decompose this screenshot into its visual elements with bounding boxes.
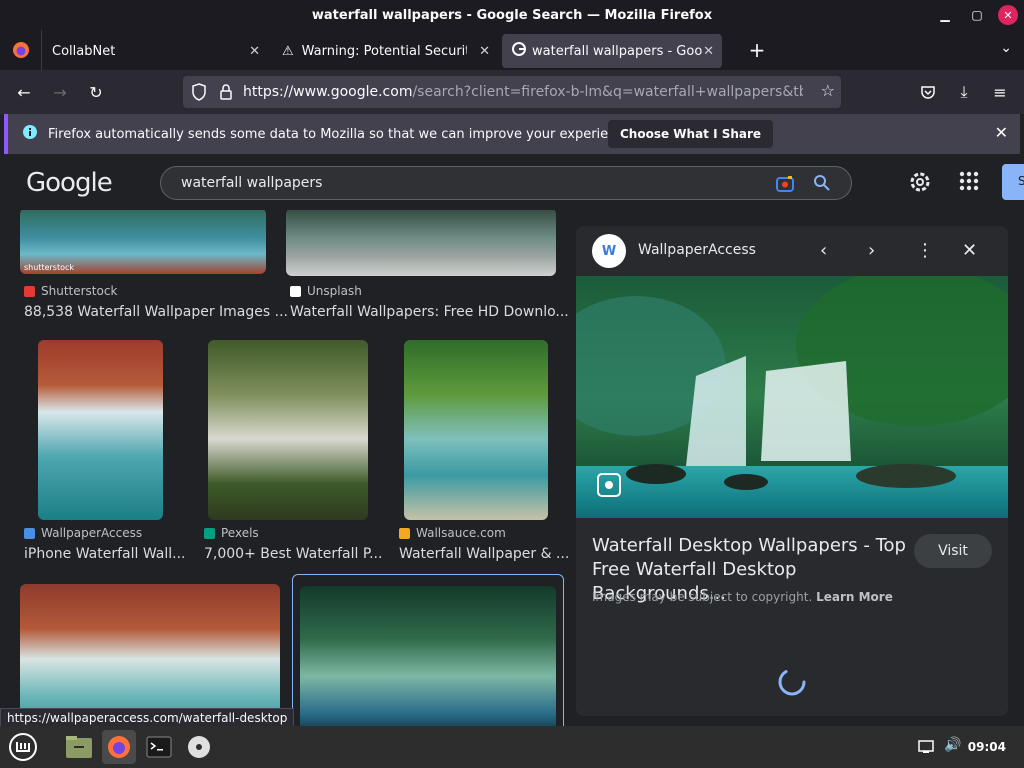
reload-button[interactable]: ↻ xyxy=(78,76,114,108)
google-g-icon xyxy=(512,42,526,60)
wallpaperaccess-favicon-icon xyxy=(24,527,35,539)
result-image[interactable]: shutterstock xyxy=(20,210,266,274)
google-apps-icon[interactable] xyxy=(958,170,980,196)
url-bar[interactable]: https://www.google.com/search?client=fir… xyxy=(183,76,841,108)
tab-close-icon[interactable]: ✕ xyxy=(479,44,490,59)
loading-spinner-icon xyxy=(776,666,808,702)
preview-site-name[interactable]: WallpaperAccess xyxy=(638,242,756,258)
sign-in-button[interactable]: S xyxy=(1002,164,1024,200)
tab-label: CollabNet xyxy=(52,43,116,59)
close-notification-icon[interactable]: ✕ xyxy=(995,123,1008,142)
warning-icon: ⚠ xyxy=(282,43,294,59)
new-tab-button[interactable]: + xyxy=(742,35,772,65)
tab-bar: CollabNet ✕ ⚠ Warning: Potential Securit… xyxy=(0,30,1024,70)
file-manager-icon[interactable] xyxy=(62,730,96,764)
tab-label: Warning: Potential Security xyxy=(301,43,467,59)
settings-gear-icon[interactable] xyxy=(908,170,932,198)
close-window-button[interactable]: ✕ xyxy=(998,5,1018,25)
result-image-selected[interactable] xyxy=(300,586,556,726)
next-icon[interactable]: › xyxy=(868,240,875,261)
result-image[interactable] xyxy=(208,340,368,520)
result-source[interactable]: Pexels xyxy=(204,526,259,540)
navigation-bar: ← → ↻ https://www.google.com/search?clie… xyxy=(0,70,1024,114)
previous-icon[interactable]: ‹ xyxy=(820,240,827,261)
clock[interactable]: 09:04 xyxy=(968,740,1006,754)
wallsauce-favicon-icon xyxy=(399,527,410,539)
disc-icon[interactable] xyxy=(182,730,216,764)
tab-collabnet[interactable]: CollabNet ✕ xyxy=(42,34,268,68)
terminal-icon[interactable] xyxy=(142,730,176,764)
bookmark-star-icon[interactable]: ☆ xyxy=(821,81,835,100)
result-image[interactable] xyxy=(20,584,280,726)
google-header: Google waterfall wallpapers S xyxy=(0,154,1024,210)
result-title[interactable]: Waterfall Wallpaper & ... xyxy=(399,546,569,562)
telemetry-notification-bar: Firefox automatically sends some data to… xyxy=(4,114,1020,154)
copyright-notice: Images may be subject to copyright. Lear… xyxy=(592,590,893,604)
image-preview-panel: W WallpaperAccess ‹ › ⋮ ✕ Waterfall Desk… xyxy=(576,226,1008,716)
result-title[interactable]: Waterfall Wallpapers: Free HD Downlo... xyxy=(290,304,569,320)
maximize-button[interactable]: ▢ xyxy=(966,4,988,26)
downloads-icon[interactable]: ⤓ xyxy=(946,76,982,108)
list-all-tabs-icon[interactable]: ⌄ xyxy=(1000,40,1012,56)
forward-button[interactable]: → xyxy=(42,76,78,108)
result-source[interactable]: WallpaperAccess xyxy=(24,526,142,540)
result-source[interactable]: Shutterstock xyxy=(24,284,117,298)
image-results: shutterstock Shutterstock 88,538 Waterfa… xyxy=(0,210,575,726)
notification-message: Firefox automatically sends some data to… xyxy=(48,126,636,142)
result-image[interactable] xyxy=(38,340,163,520)
lock-icon[interactable] xyxy=(219,83,233,105)
visit-button[interactable]: Visit xyxy=(914,534,992,568)
url-text[interactable]: https://www.google.com/search?client=fir… xyxy=(243,84,803,100)
firefox-taskbar-icon[interactable] xyxy=(102,730,136,764)
result-image[interactable] xyxy=(286,210,556,276)
taskbar: 🔊 09:04 xyxy=(0,726,1024,768)
minimize-button[interactable]: ▁ xyxy=(934,4,956,26)
back-button[interactable]: ← xyxy=(6,76,42,108)
google-logo[interactable]: Google xyxy=(26,168,113,198)
result-title[interactable]: 7,000+ Best Waterfall P... xyxy=(204,546,382,562)
close-preview-icon[interactable]: ✕ xyxy=(962,240,977,261)
choose-what-i-share-button[interactable]: Choose What I Share xyxy=(608,120,774,148)
tab-google-search[interactable]: waterfall wallpapers - Goo ✕ xyxy=(502,34,722,68)
result-source[interactable]: Unsplash xyxy=(290,284,362,298)
tab-close-icon[interactable]: ✕ xyxy=(249,44,260,59)
unsplash-favicon-icon xyxy=(290,285,301,297)
preview-image[interactable] xyxy=(576,266,1008,518)
info-icon xyxy=(22,124,38,144)
learn-more-link[interactable]: Learn More xyxy=(816,590,893,604)
site-logo: W xyxy=(592,234,626,268)
result-title[interactable]: iPhone Waterfall Wall... xyxy=(24,546,186,562)
firefox-view-icon[interactable] xyxy=(0,30,42,70)
result-image[interactable] xyxy=(404,340,548,520)
pexels-favicon-icon xyxy=(204,527,215,539)
window-title: waterfall wallpapers - Google Search — M… xyxy=(311,7,713,23)
tab-security-warning[interactable]: ⚠ Warning: Potential Security ✕ xyxy=(272,34,498,68)
shutterstock-favicon-icon xyxy=(24,285,35,297)
search-input[interactable]: waterfall wallpapers xyxy=(160,166,852,200)
result-title[interactable]: 88,538 Waterfall Wallpaper Images ... xyxy=(24,304,288,320)
pocket-icon[interactable] xyxy=(910,76,946,108)
window-titlebar: waterfall wallpapers - Google Search — M… xyxy=(0,0,1024,30)
search-query[interactable]: waterfall wallpapers xyxy=(181,175,322,191)
result-source[interactable]: Wallsauce.com xyxy=(399,526,506,540)
search-icon[interactable] xyxy=(813,174,831,196)
more-options-icon[interactable]: ⋮ xyxy=(916,240,934,261)
google-lens-icon[interactable] xyxy=(775,174,795,198)
tab-label: waterfall wallpapers - Goo xyxy=(532,43,702,59)
tab-close-icon[interactable]: ✕ xyxy=(703,44,714,59)
shield-icon[interactable] xyxy=(191,83,207,105)
app-menu-icon[interactable]: ≡ xyxy=(982,76,1018,108)
volume-icon[interactable]: 🔊 xyxy=(944,737,961,753)
network-icon[interactable] xyxy=(918,739,934,758)
linux-mint-menu-icon[interactable] xyxy=(6,730,40,764)
